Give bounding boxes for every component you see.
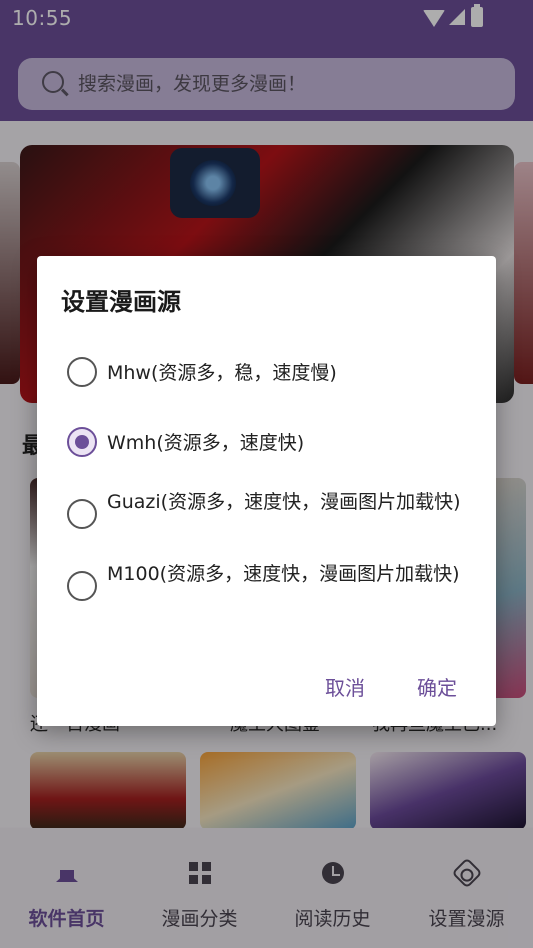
source-option-wmh[interactable]: Wmh(资源多，速度快) — [67, 427, 477, 461]
confirm-button[interactable]: 确定 — [401, 668, 473, 704]
option-label: Wmh(资源多，速度快) — [107, 432, 305, 454]
cancel-button[interactable]: 取消 — [309, 668, 381, 704]
radio-button[interactable] — [67, 499, 97, 529]
radio-button[interactable] — [67, 571, 97, 601]
source-dialog: 设置漫画源 Mhw(资源多，稳，速度慢) Wmh(资源多，速度快) Guazi(… — [37, 256, 496, 726]
source-option-guazi[interactable]: Guazi(资源多，速度快，漫画图片加载快) — [67, 490, 477, 540]
option-label: M100(资源多，速度快，漫画图片加载快) — [107, 563, 460, 585]
option-label: Guazi(资源多，速度快，漫画图片加载快) — [107, 491, 461, 513]
dialog-title: 设置漫画源 — [61, 288, 181, 316]
app-root: 10:55 最 还一百漫画 魔王大图鉴 我再些魔王已... 软件首页 — [0, 0, 533, 948]
source-option-m100[interactable]: M100(资源多，速度快，漫画图片加载快) — [67, 562, 477, 612]
radio-button[interactable] — [67, 357, 97, 387]
source-option-mhw[interactable]: Mhw(资源多，稳，速度慢) — [67, 357, 477, 391]
radio-button-checked[interactable] — [67, 427, 97, 457]
option-label: Mhw(资源多，稳，速度慢) — [107, 362, 337, 384]
